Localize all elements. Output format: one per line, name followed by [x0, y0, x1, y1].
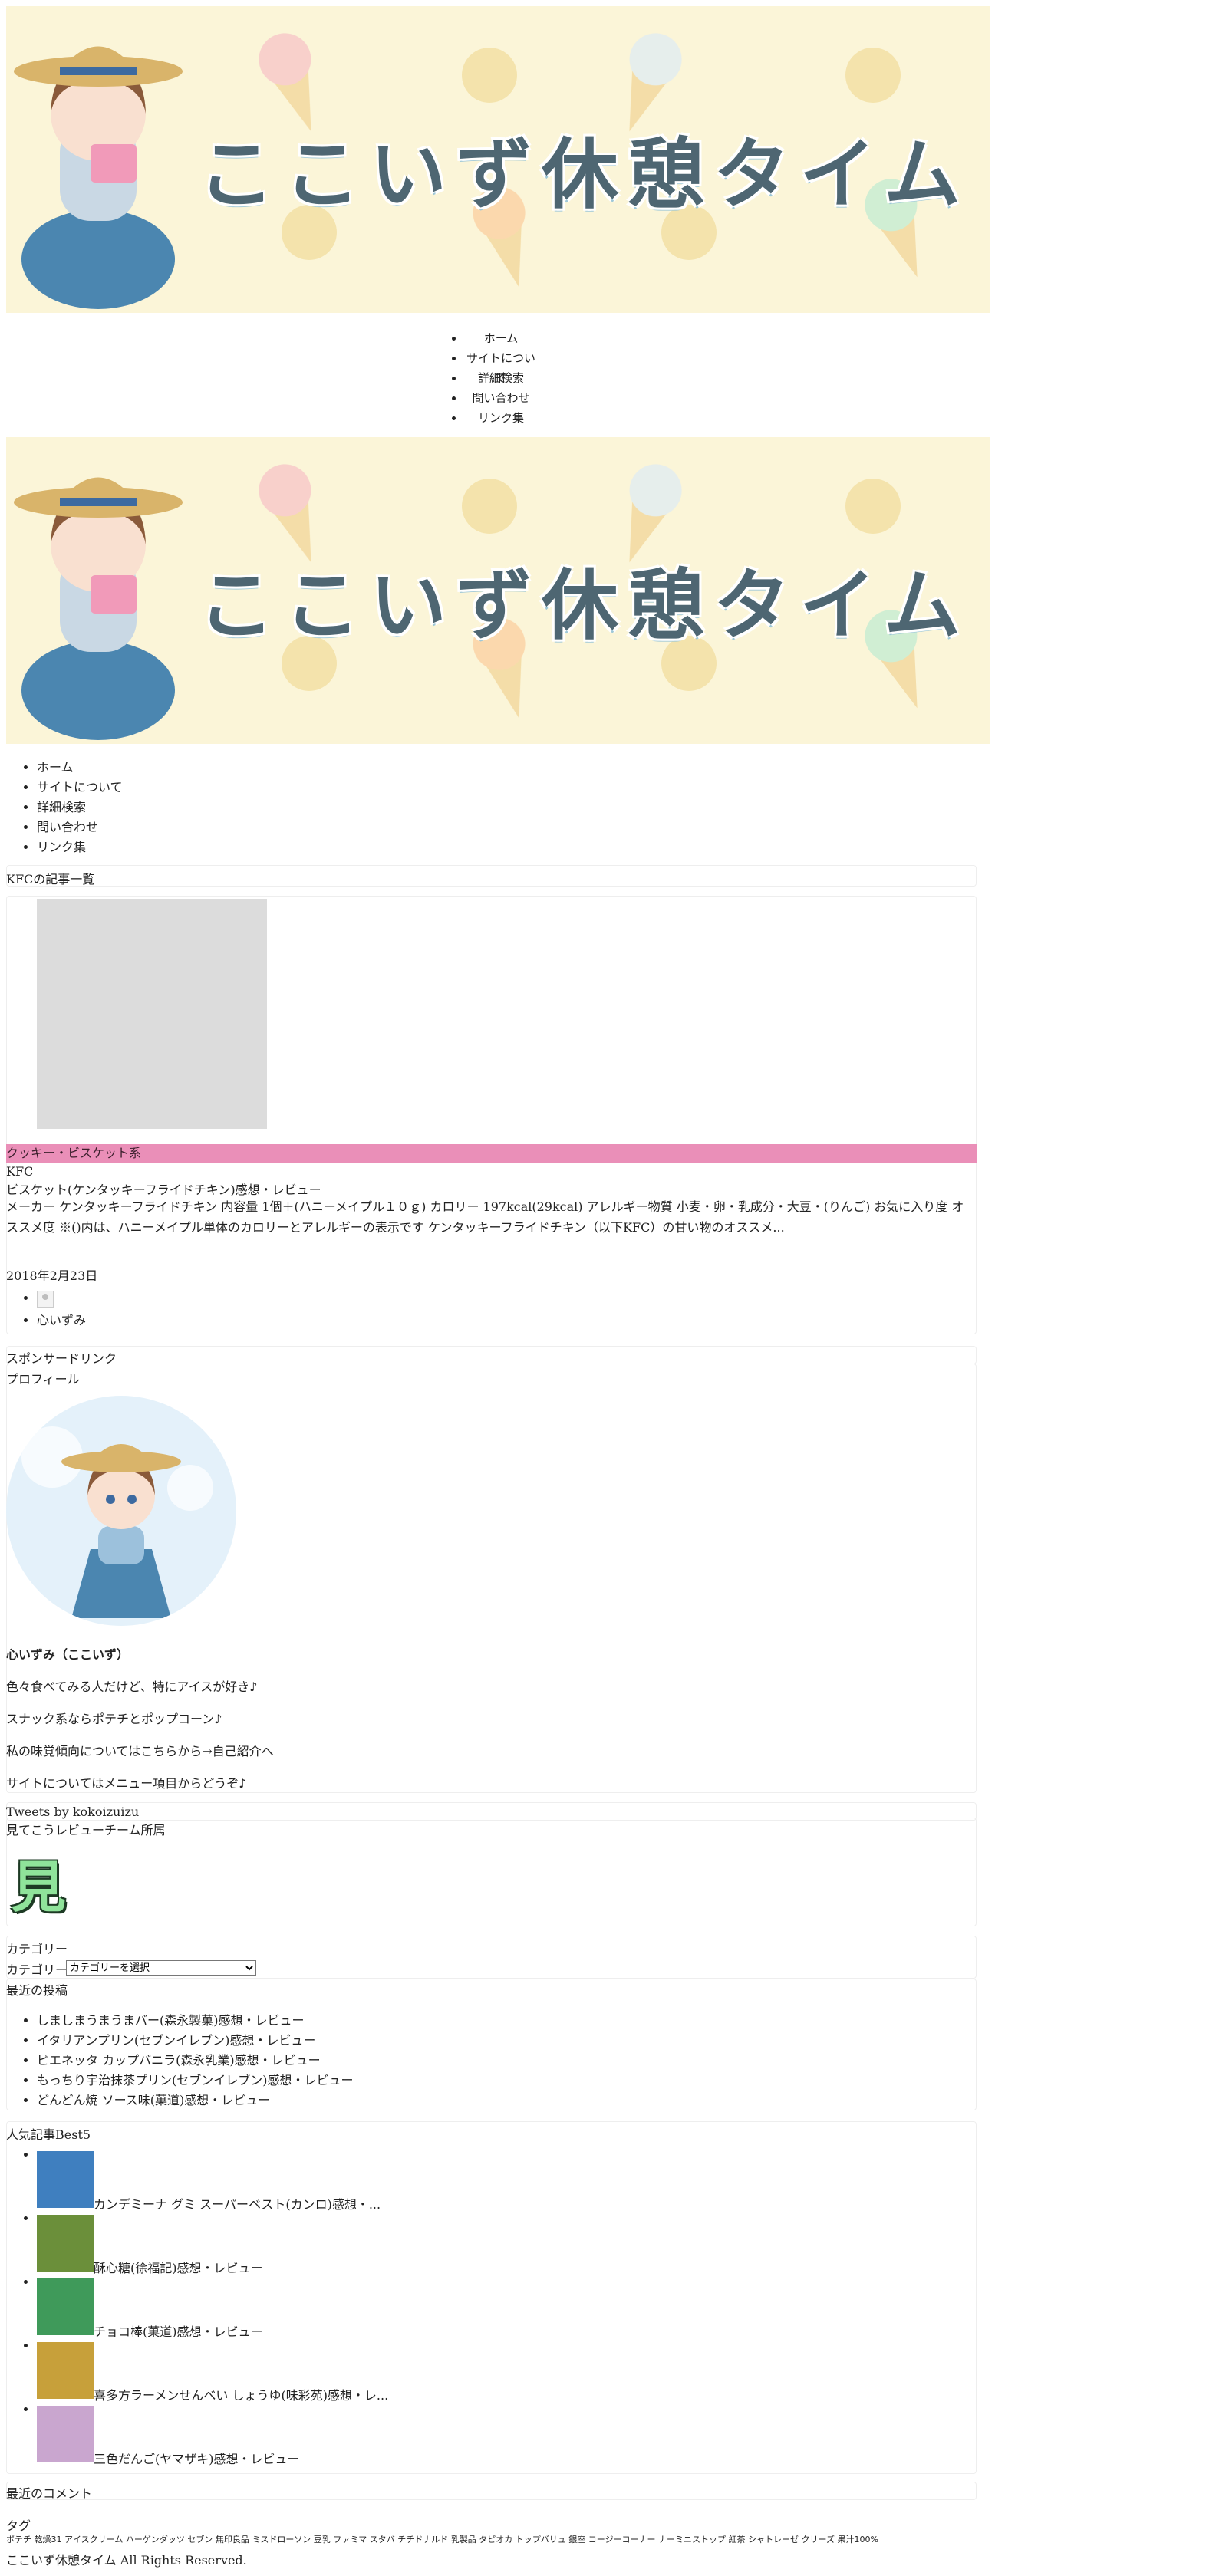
- nav-item-about[interactable]: サイトについて: [37, 778, 123, 798]
- site-header-banner-secondary[interactable]: ここいず休憩タイム: [6, 437, 990, 744]
- recent-post-link[interactable]: イタリアンプリン(セブンイレブン)感想・レビュー: [37, 2031, 354, 2051]
- sponsor-box: [6, 1346, 977, 1364]
- category-label: カテゴリー: [6, 1962, 68, 1977]
- profile-heading: プロフィール: [6, 1372, 80, 1387]
- category-label-text: クッキー・ビスケット系: [6, 1146, 142, 1160]
- popular-thumbnail[interactable]: [37, 2278, 94, 2335]
- popular-heading: 人気記事Best5: [6, 2127, 91, 2142]
- archive-heading-box: [6, 865, 977, 887]
- profile-name: 心いずみ（ここいず）: [6, 1647, 130, 1662]
- popular-link[interactable]: カンデミーナ グミ スーパーベスト(カンロ)感想・...: [94, 2194, 381, 2212]
- popular-link[interactable]: チョコ棒(菓道)感想・レビュー: [94, 2321, 263, 2340]
- site-header-banner[interactable]: ここいず休憩タイム: [6, 6, 990, 313]
- recent-comments-heading: 最近のコメント: [6, 2486, 93, 2501]
- category-label[interactable]: クッキー・ビスケット系: [6, 1144, 977, 1163]
- site-title: ここいず休憩タイム: [198, 561, 970, 650]
- category-select[interactable]: カテゴリーを選択: [66, 1960, 256, 1976]
- nav-item-about[interactable]: サイトについて: [464, 348, 538, 385]
- recent-comments-box: [6, 2482, 977, 2500]
- popular-thumbnail[interactable]: [37, 2342, 94, 2399]
- mascot-illustration: [14, 477, 183, 740]
- popular-thumbnail[interactable]: [37, 2406, 94, 2462]
- recent-post-link[interactable]: ピエネッタ カップバニラ(森永乳業)感想・レビュー: [37, 2051, 354, 2071]
- profile-line: スナック系ならポテチとポップコーン♪: [6, 1712, 222, 1726]
- recent-post-link[interactable]: しましまうまうまバー(森永製菓)感想・レビュー: [37, 2011, 354, 2031]
- profile-line-link[interactable]: 私の味覚傾向についてはこちらから→自己紹介へ: [6, 1741, 274, 1759]
- review-team-heading: 見てこうレビューチーム所属: [6, 1823, 166, 1837]
- tag-cloud[interactable]: ポテチ 乾燥31 アイスクリーム ハーゲンダッツ セブン 無印良品 ミスドローソ…: [6, 2533, 878, 2545]
- recent-posts-list: しましまうまうまバー(森永製菓)感想・レビュー イタリアンプリン(セブンイレブン…: [37, 2011, 354, 2110]
- post-excerpt: メーカー ケンタッキーフライドチキン 内容量 1個＋(ハニーメイプル１０ｇ) カ…: [6, 1199, 964, 1235]
- profile-avatar: [6, 1396, 236, 1626]
- profile-line: 色々食べてみる人だけど、特にアイスが好き♪: [6, 1679, 258, 1694]
- post-brand: KFC: [6, 1164, 34, 1179]
- popular-thumbnail[interactable]: [37, 2215, 94, 2272]
- nav-item-home[interactable]: ホーム: [464, 328, 538, 348]
- nav-item-search[interactable]: 詳細検索: [37, 798, 123, 818]
- site-title: ここいず休憩タイム: [198, 130, 970, 219]
- tags-heading: タグ: [6, 2518, 31, 2533]
- mascot-illustration: [14, 46, 183, 309]
- recent-posts-heading: 最近の投稿: [6, 1983, 68, 1998]
- footer-copyright: ここいず休憩タイム All Rights Reserved.: [6, 2553, 247, 2568]
- review-team-logo[interactable]: 見: [11, 1842, 66, 1923]
- post-author[interactable]: 心いずみ: [37, 1311, 86, 1331]
- popular-link[interactable]: 喜多方ラーメンせんべい しょうゆ(味彩苑)感想・レ...: [94, 2385, 388, 2403]
- avatar: [37, 1291, 54, 1308]
- profile-line: サイトについてはメニュー項目からどうぞ♪: [6, 1776, 247, 1791]
- post-title[interactable]: ビスケット(ケンタッキーフライドチキン)感想・レビュー: [6, 1179, 321, 1198]
- nav-item-search[interactable]: 詳細検索: [464, 368, 538, 388]
- popular-link[interactable]: 三色だんご(ヤマザキ)感想・レビュー: [94, 2449, 300, 2467]
- recent-post-link[interactable]: もっちり宇治抹茶プリン(セブンイレブン)感想・レビュー: [37, 2071, 354, 2091]
- recent-post-link[interactable]: どんどん焼 ソース味(菓道)感想・レビュー: [37, 2091, 354, 2110]
- nav-item-links[interactable]: リンク集: [464, 408, 538, 428]
- popular-thumbnail[interactable]: [37, 2151, 94, 2208]
- nav-item-home[interactable]: ホーム: [37, 758, 123, 778]
- primary-nav: ホーム サイトについて 詳細検索 問い合わせ リンク集: [449, 328, 538, 428]
- nav-item-links[interactable]: リンク集: [37, 837, 123, 857]
- category-heading: カテゴリー: [6, 1942, 68, 1956]
- mobile-nav: ホーム サイトについて 詳細検索 問い合わせ リンク集: [37, 758, 123, 857]
- post-thumbnail[interactable]: [37, 899, 267, 1129]
- archive-heading: KFCの記事一覧: [6, 872, 95, 887]
- popular-widget: [6, 2121, 977, 2474]
- popular-link[interactable]: 酥心糖(徐福記)感想・レビュー: [94, 2258, 263, 2276]
- post-date: 2018年2月23日: [6, 1268, 98, 1283]
- nav-item-contact[interactable]: 問い合わせ: [37, 818, 123, 837]
- nav-item-contact[interactable]: 問い合わせ: [464, 388, 538, 408]
